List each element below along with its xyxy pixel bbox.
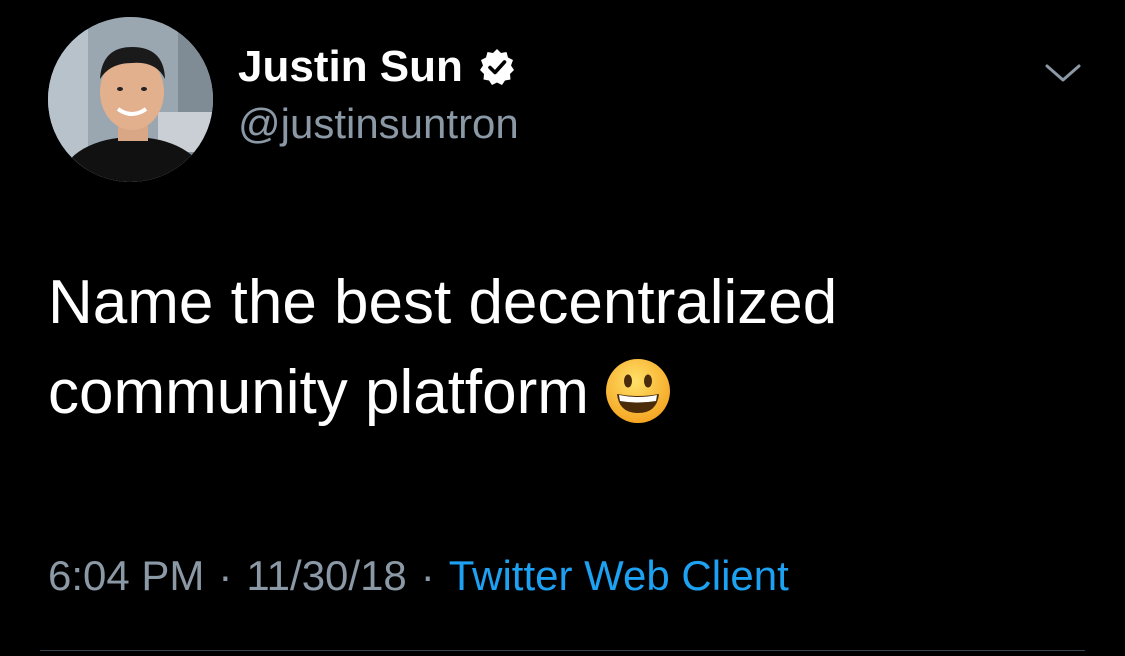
author-handle[interactable]: @justinsuntron [238, 100, 519, 148]
verified-badge-icon [479, 49, 514, 85]
tweet-client-link[interactable]: Twitter Web Client [449, 552, 789, 599]
tweet-card: Justin Sun @justinsuntron Name the best … [0, 0, 1125, 656]
tweet-text-line-2: community platform [48, 348, 1088, 438]
grinning-face-emoji-icon [605, 358, 670, 423]
tweet-text-line-2-text: community platform [48, 358, 589, 427]
tweet-text: Name the best decentralized community pl… [48, 258, 1088, 438]
avatar[interactable] [48, 17, 213, 182]
avatar-image [48, 17, 213, 182]
author-name-row: Justin Sun [238, 40, 517, 94]
tweet-date[interactable]: 11/30/18 [246, 552, 406, 599]
divider [40, 650, 1085, 651]
tweet-text-line-1: Name the best decentralized [48, 268, 838, 337]
meta-separator: · [420, 552, 435, 599]
chevron-down-icon[interactable] [1044, 58, 1082, 88]
tweet-time[interactable]: 6:04 PM [48, 552, 204, 599]
tweet-meta: 6:04 PM · 11/30/18 · Twitter Web Client [48, 552, 789, 600]
author-display-name[interactable]: Justin Sun [238, 42, 463, 92]
meta-separator: · [218, 552, 233, 599]
